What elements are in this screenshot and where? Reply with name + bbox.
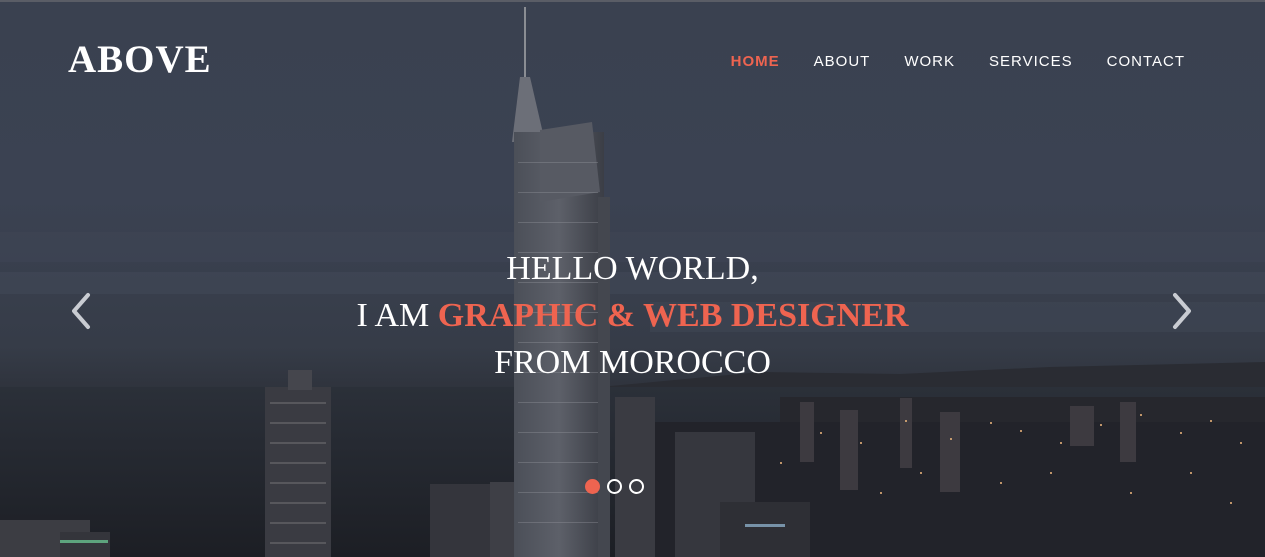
nav-item-contact[interactable]: CONTACT: [1107, 53, 1185, 71]
chevron-left-icon: [72, 293, 90, 329]
main-nav: HOME ABOUT WORK SERVICES CONTACT: [697, 53, 1185, 71]
nav-item-home[interactable]: HOME: [731, 53, 780, 71]
hero-caption: HELLO WORLD, I AM GRAPHIC & WEB DESIGNER…: [0, 245, 1265, 386]
nav-item-work[interactable]: WORK: [904, 53, 955, 71]
nav-item-about[interactable]: ABOUT: [814, 53, 871, 71]
slider-next-button[interactable]: [1167, 292, 1197, 330]
slider-pagination: [585, 479, 644, 494]
nav-item-services[interactable]: SERVICES: [989, 53, 1073, 71]
slider-dot-2[interactable]: [607, 479, 622, 494]
chevron-right-icon: [1173, 293, 1191, 329]
hero-line-2-prefix: I AM: [356, 297, 438, 334]
hero-line-2: I AM GRAPHIC & WEB DESIGNER: [0, 292, 1265, 339]
hero-line-3: FROM MOROCCO: [494, 344, 771, 381]
hero-line-1: HELLO WORLD,: [506, 250, 759, 287]
hero-highlight: GRAPHIC & WEB DESIGNER: [437, 297, 909, 334]
slider-dot-3[interactable]: [629, 479, 644, 494]
site-logo[interactable]: ABOVE: [68, 40, 212, 79]
slider-prev-button[interactable]: [68, 292, 98, 330]
slider-dot-1[interactable]: [585, 479, 600, 494]
hero-slider: ABOVE HOME ABOUT WORK SERVICES CONTACT H…: [0, 0, 1265, 557]
